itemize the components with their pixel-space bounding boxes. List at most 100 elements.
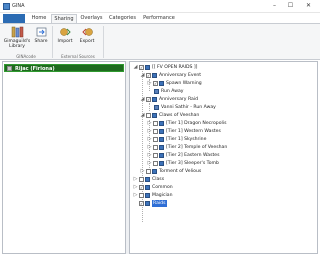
expand-icon[interactable]: ▷	[133, 176, 138, 183]
tree-checkbox[interactable]	[139, 201, 144, 206]
title-bar: GINA – ☐ ✕	[0, 0, 320, 13]
collapse-icon[interactable]: ◢	[140, 96, 145, 103]
expand-icon[interactable]: ▷	[147, 152, 152, 159]
expand-icon[interactable]: ▷	[147, 160, 152, 167]
tree-checkbox[interactable]	[146, 97, 151, 102]
window-title: GINA	[12, 3, 25, 9]
tree-node-label: [Tier 1] Skyshrine	[166, 137, 207, 142]
ribbon-panel: Gimaguild's Library Share Import Export	[0, 23, 320, 60]
tree-checkbox[interactable]	[153, 161, 158, 166]
tree-checkbox[interactable]	[146, 73, 151, 78]
character-item[interactable]: Rijac (Firiona)	[4, 64, 124, 72]
tree-node-label: Torment of Velious	[159, 169, 202, 174]
folder-icon	[152, 113, 157, 118]
tree-checkbox[interactable]	[146, 113, 151, 118]
file-menu-tab[interactable]	[3, 14, 25, 23]
tree-node-label: [Tier 1] Western Wastes	[166, 129, 221, 134]
tree-node-label: Magician	[152, 193, 173, 198]
tree-checkbox[interactable]	[153, 145, 158, 150]
folder-icon	[145, 201, 150, 206]
import-button[interactable]: Import	[55, 26, 75, 44]
minimize-icon[interactable]: –	[268, 0, 281, 12]
tree-node-label: Run Away	[161, 89, 184, 94]
tree-node-label: [[ FV OPEN RAIDS ]]	[152, 65, 198, 70]
tree-node-label: [Tier 3] Sleeper's Tomb	[166, 161, 219, 166]
tree-node-label: Spawn Warning	[166, 81, 202, 86]
tree-checkbox[interactable]	[153, 121, 158, 126]
library-icon	[11, 26, 24, 38]
tab-overlays[interactable]: Overlays	[78, 14, 105, 23]
folder-icon	[145, 177, 150, 182]
folder-icon	[152, 73, 157, 78]
tree-node-label: [Tier 2] Temple of Veeshan	[166, 145, 228, 150]
import-label: Import	[57, 39, 73, 44]
folder-icon	[159, 129, 164, 134]
folder-icon	[145, 193, 150, 198]
export-icon	[81, 26, 94, 38]
tree-checkbox[interactable]	[139, 185, 144, 190]
app-icon	[3, 3, 10, 10]
tree-node-label: [Tier 2] Eastern Wastes	[166, 153, 220, 158]
folder-icon	[145, 185, 150, 190]
folder-icon	[152, 169, 157, 174]
folder-icon	[159, 121, 164, 126]
expand-icon[interactable]: ▷	[140, 168, 145, 175]
expand-icon[interactable]: ▷	[133, 184, 138, 191]
maximize-icon[interactable]: ☐	[284, 0, 297, 12]
trigger-icon	[154, 89, 159, 94]
library-label: Gimaguild's Library	[3, 39, 31, 49]
tab-home[interactable]: Home	[28, 14, 50, 23]
share-label: Share	[34, 39, 48, 44]
folder-icon	[159, 81, 164, 86]
tree-node-label: Claws of Veeshan	[159, 113, 200, 118]
share-icon	[35, 26, 48, 38]
export-label: Export	[79, 39, 95, 44]
library-button[interactable]: Gimaguild's Library	[2, 26, 32, 49]
ribbon-group-label: External Sources	[61, 54, 95, 59]
expand-icon[interactable]: ▷	[133, 192, 138, 199]
folder-icon	[145, 65, 150, 70]
close-icon[interactable]: ✕	[302, 0, 315, 12]
tree-checkbox[interactable]	[139, 65, 144, 70]
tree-node-label: Anniversary Raid	[159, 97, 199, 102]
tree-guide-line	[149, 103, 150, 111]
tree-node-label: [Tier 1] Dragon Necropolis	[166, 121, 227, 126]
tree-checkbox[interactable]	[153, 137, 158, 142]
expand-icon[interactable]: ▷	[147, 80, 152, 87]
ribbon-group-divider	[52, 26, 53, 58]
tree-checkbox[interactable]	[153, 81, 158, 86]
folder-icon	[152, 97, 157, 102]
collapse-icon[interactable]: ◢	[140, 72, 145, 79]
tree-node-label: Anniversary Event	[159, 73, 202, 78]
ribbon-group-divider	[103, 26, 104, 58]
trigger-icon	[154, 105, 159, 110]
tree-checkbox[interactable]	[153, 129, 158, 134]
folder-icon	[159, 137, 164, 142]
tab-categories[interactable]: Categories	[107, 14, 138, 23]
tree-node-label: Common	[152, 185, 173, 190]
export-button[interactable]: Export	[77, 26, 97, 44]
tree-node-label: Vanni Sathir - Run Away	[161, 105, 216, 110]
folder-icon	[159, 161, 164, 166]
tree-checkbox[interactable]	[146, 169, 151, 174]
expand-icon[interactable]: ▷	[147, 136, 152, 143]
expand-icon[interactable]: ▷	[147, 144, 152, 151]
share-button[interactable]: Share	[32, 26, 50, 44]
tree-checkbox[interactable]	[139, 177, 144, 182]
tab-performance[interactable]: Performance	[141, 14, 177, 23]
collapse-icon[interactable]: ◢	[133, 64, 138, 71]
character-icon	[7, 66, 12, 71]
folder-icon	[159, 153, 164, 158]
tree-guide-line	[142, 71, 143, 222]
folder-icon	[159, 145, 164, 150]
character-list-pane: Rijac (Firiona)	[2, 61, 126, 254]
expand-icon[interactable]: ▷	[147, 128, 152, 135]
trigger-tree-pane: ◢ [[ FV OPEN RAIDS ]] ◢ Anniversary Even…	[129, 61, 318, 254]
expand-icon[interactable]: ▷	[147, 120, 152, 127]
character-name: Rijac (Firiona)	[15, 66, 55, 72]
collapse-icon[interactable]: ◢	[140, 112, 145, 119]
tree-checkbox[interactable]	[153, 153, 158, 158]
tree-checkbox[interactable]	[139, 193, 144, 198]
tree-node-label: Class	[152, 177, 165, 182]
ribbon-group-label: GINAcode	[16, 54, 36, 59]
